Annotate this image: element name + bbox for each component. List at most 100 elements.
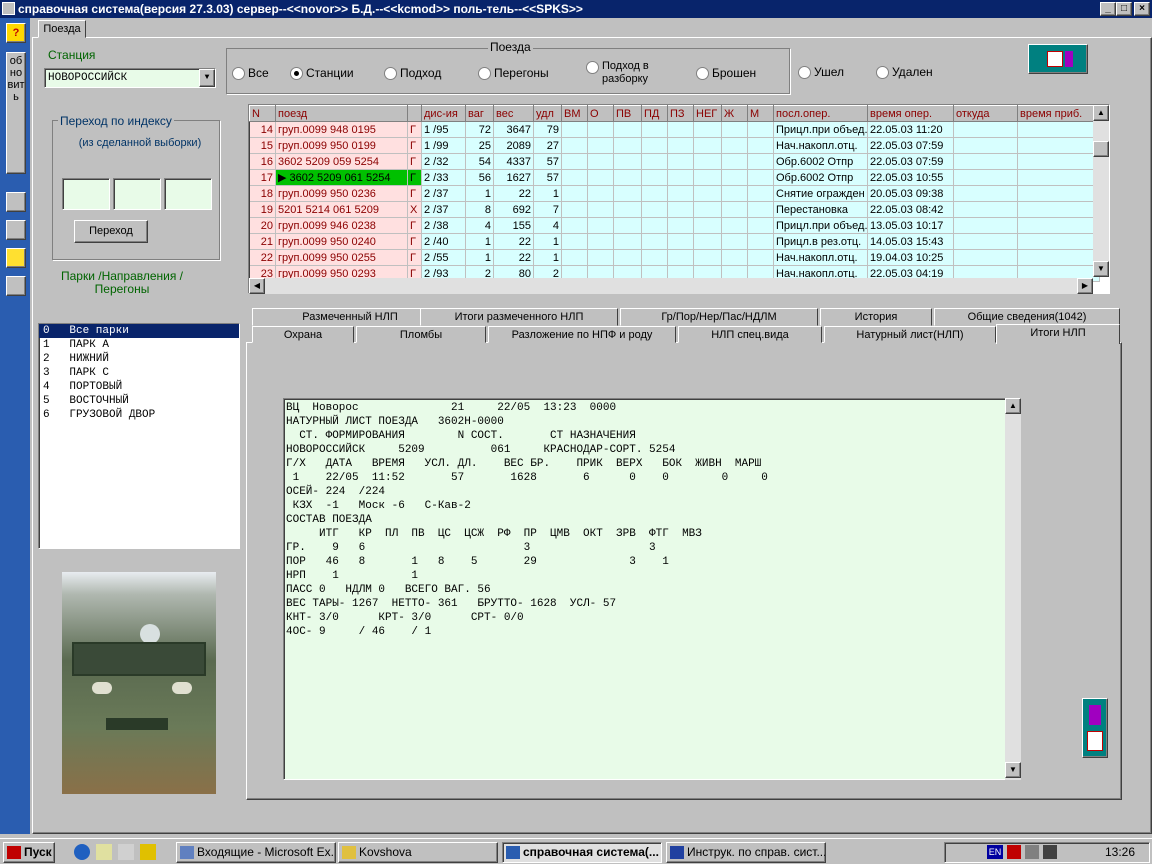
table-cell[interactable]: ▶ 3602 5209 061 5254 bbox=[275, 169, 408, 186]
table-cell[interactable]: груп.0099 946 0238 bbox=[275, 217, 408, 234]
index-field-3[interactable] bbox=[164, 178, 212, 210]
radio-approach-sorting[interactable]: Подход в разборку bbox=[586, 60, 666, 86]
table-cell[interactable]: 692 bbox=[493, 201, 534, 218]
table-cell[interactable] bbox=[561, 185, 588, 202]
table-cell[interactable]: 57 bbox=[533, 169, 562, 186]
table-cell[interactable]: Обр.6002 Отпр bbox=[773, 153, 868, 170]
table-cell[interactable]: 3602 5209 059 5254 bbox=[275, 153, 408, 170]
tab-trains[interactable]: Поезда bbox=[38, 20, 86, 38]
column-header[interactable]: М bbox=[747, 105, 774, 122]
tab-detail[interactable]: Разложение по НПФ и роду bbox=[488, 326, 676, 343]
table-cell[interactable]: 5201 5214 061 5209 bbox=[275, 201, 408, 218]
table-cell[interactable]: Х bbox=[407, 201, 422, 218]
table-row[interactable]: 14 груп.0099 948 0195 Г 1 /95 72 3647 79 Прицл.… bbox=[249, 121, 1100, 138]
table-cell[interactable]: 16 bbox=[249, 153, 276, 170]
table-cell[interactable]: 2 /38 bbox=[421, 217, 466, 234]
table-cell[interactable] bbox=[747, 185, 774, 202]
table-cell[interactable] bbox=[953, 201, 1018, 218]
table-cell[interactable]: 2 /32 bbox=[421, 153, 466, 170]
table-cell[interactable]: 79 bbox=[533, 121, 562, 138]
table-cell[interactable]: Прицл.в рез.отц. bbox=[773, 233, 868, 250]
table-cell[interactable]: 18 bbox=[249, 185, 276, 202]
table-cell[interactable] bbox=[587, 153, 614, 170]
table-cell[interactable]: Прицл.при объед. bbox=[773, 217, 868, 234]
tab-detail[interactable]: Размеченный НЛП bbox=[252, 308, 448, 326]
table-cell[interactable] bbox=[693, 217, 722, 234]
table-cell[interactable] bbox=[747, 153, 774, 170]
table-cell[interactable] bbox=[1017, 121, 1100, 138]
table-cell[interactable]: 1 /99 bbox=[421, 137, 466, 154]
radio-stations[interactable]: Станции bbox=[290, 66, 354, 80]
table-cell[interactable]: Г bbox=[407, 169, 422, 186]
table-cell[interactable] bbox=[747, 217, 774, 234]
scroll-thumb[interactable] bbox=[1093, 141, 1109, 157]
table-cell[interactable] bbox=[747, 121, 774, 138]
table-cell[interactable]: 1 bbox=[465, 185, 494, 202]
table-cell[interactable]: 2 /33 bbox=[421, 169, 466, 186]
table-cell[interactable]: Прицл.при объед. bbox=[773, 121, 868, 138]
table-cell[interactable] bbox=[667, 153, 694, 170]
table-cell[interactable] bbox=[1017, 217, 1100, 234]
edit-icon[interactable] bbox=[6, 192, 26, 212]
column-header[interactable]: время опер. bbox=[867, 105, 954, 122]
column-header[interactable]: N bbox=[249, 105, 276, 122]
table-cell[interactable]: груп.0099 950 0255 bbox=[275, 249, 408, 266]
table-cell[interactable] bbox=[721, 121, 748, 138]
grid-vertical-scrollbar[interactable]: ▲ ▼ bbox=[1093, 105, 1109, 277]
tab-detail[interactable]: НЛП спец.вида bbox=[678, 326, 822, 343]
language-indicator[interactable]: EN bbox=[987, 845, 1003, 859]
table-cell[interactable] bbox=[747, 137, 774, 154]
table-cell[interactable] bbox=[953, 249, 1018, 266]
column-header[interactable]: откуда bbox=[953, 105, 1018, 122]
park-item[interactable]: 3 ПАРК С bbox=[39, 366, 239, 380]
column-header[interactable]: время приб. bbox=[1017, 105, 1100, 122]
tab-detail[interactable]: Натурный лист(НЛП) bbox=[824, 326, 996, 343]
table-cell[interactable] bbox=[747, 169, 774, 186]
table-cell[interactable] bbox=[667, 233, 694, 250]
tab-active[interactable]: Итоги НЛП bbox=[996, 324, 1120, 344]
column-header[interactable]: ПЗ bbox=[667, 105, 694, 122]
column-header[interactable]: О bbox=[587, 105, 614, 122]
table-cell[interactable] bbox=[587, 137, 614, 154]
table-cell[interactable] bbox=[667, 217, 694, 234]
table-cell[interactable]: 21 bbox=[249, 233, 276, 250]
table-cell[interactable]: Г bbox=[407, 121, 422, 138]
table-cell[interactable] bbox=[641, 233, 668, 250]
table-cell[interactable]: 1 bbox=[533, 185, 562, 202]
table-cell[interactable]: Перестановка bbox=[773, 201, 868, 218]
table-cell[interactable]: 25 bbox=[465, 137, 494, 154]
refresh-button[interactable]: обновить bbox=[6, 52, 26, 174]
table-row[interactable]: 15 груп.0099 950 0199 Г 1 /99 25 2089 27 Нач.на… bbox=[249, 137, 1100, 154]
column-header[interactable]: ваг bbox=[465, 105, 494, 122]
trains-table[interactable]: Nпоезд дис-ия ваг вес удл ВМ О ПВ ПД ПЗ НЕГ Ж Мпосл.… bbox=[248, 104, 1110, 294]
table-cell[interactable] bbox=[1017, 185, 1100, 202]
table-cell[interactable] bbox=[587, 121, 614, 138]
table-cell[interactable] bbox=[693, 185, 722, 202]
park-item[interactable]: 0 Все парки bbox=[39, 324, 239, 338]
table-cell[interactable] bbox=[613, 153, 642, 170]
table-cell[interactable]: 56 bbox=[465, 169, 494, 186]
park-item[interactable]: 2 НИЖНИЙ bbox=[39, 352, 239, 366]
table-cell[interactable] bbox=[1017, 169, 1100, 186]
park-item[interactable]: 5 ВОСТОЧНЫЙ bbox=[39, 394, 239, 408]
table-cell[interactable] bbox=[953, 169, 1018, 186]
table-cell[interactable]: 22.05.03 07:59 bbox=[867, 153, 954, 170]
table-cell[interactable] bbox=[721, 201, 748, 218]
pen-icon[interactable] bbox=[1089, 705, 1101, 725]
table-cell[interactable] bbox=[693, 153, 722, 170]
table-cell[interactable]: 2 /37 bbox=[421, 201, 466, 218]
table-cell[interactable]: 22 bbox=[493, 233, 534, 250]
table-cell[interactable]: 1 bbox=[533, 249, 562, 266]
maximize-button[interactable]: □ bbox=[1116, 2, 1132, 16]
task-kovshova[interactable]: Kovshova bbox=[338, 842, 498, 863]
table-cell[interactable] bbox=[613, 217, 642, 234]
ie-icon[interactable] bbox=[74, 844, 90, 860]
table-cell[interactable] bbox=[561, 153, 588, 170]
curve-icon[interactable] bbox=[6, 220, 26, 240]
table-cell[interactable]: 22 bbox=[493, 185, 534, 202]
table-cell[interactable] bbox=[1017, 201, 1100, 218]
table-cell[interactable] bbox=[1017, 233, 1100, 250]
report-icon[interactable] bbox=[6, 248, 26, 268]
table-cell[interactable]: 22.05.03 07:59 bbox=[867, 137, 954, 154]
table-cell[interactable]: 19 bbox=[249, 201, 276, 218]
